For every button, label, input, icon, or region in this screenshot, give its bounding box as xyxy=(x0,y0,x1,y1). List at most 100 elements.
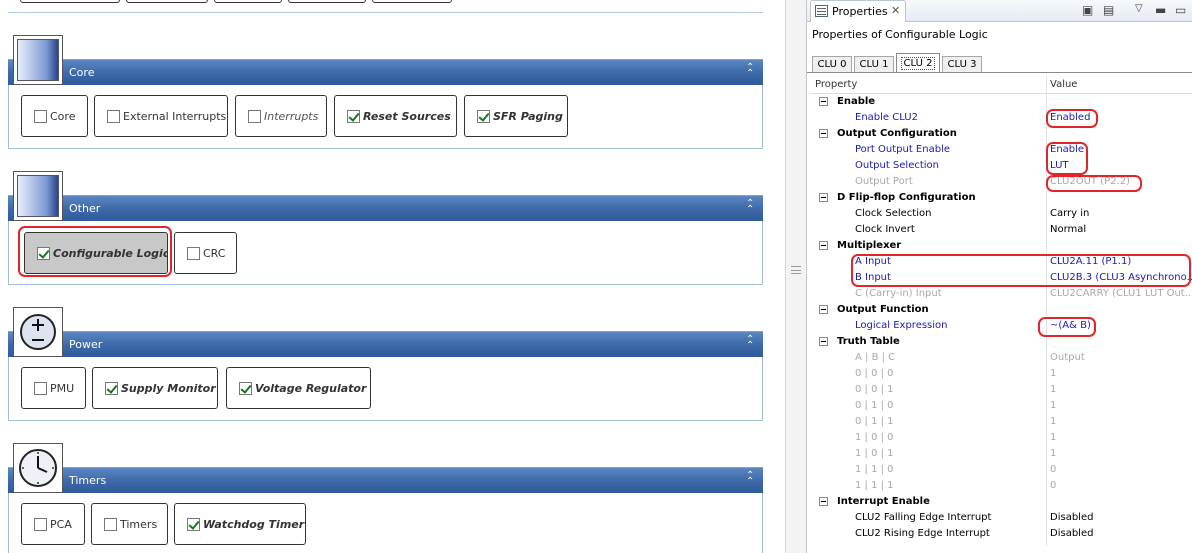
peripheral-core-button[interactable]: Core xyxy=(21,95,88,137)
collapse-toggle-icon[interactable] xyxy=(819,241,828,250)
property-row[interactable]: Enable CLU2 Enabled xyxy=(810,110,1192,126)
property-row[interactable]: 0 | 1 | 0 1 xyxy=(810,398,1192,414)
property-value[interactable]: CLU2OUT (P2.2) xyxy=(1050,176,1130,187)
checkbox[interactable] xyxy=(34,381,47,395)
peripheral-configurable-logic-button[interactable]: Configurable Logic xyxy=(24,232,168,274)
checkbox[interactable] xyxy=(105,381,118,395)
properties-view-tab[interactable]: Properties ✕ xyxy=(810,0,906,22)
property-value[interactable]: 0 xyxy=(1050,464,1056,475)
collapse-toggle-icon[interactable] xyxy=(819,497,828,506)
collapse-toggle-icon[interactable] xyxy=(819,97,828,106)
property-row[interactable]: Clock Invert Normal xyxy=(810,222,1192,238)
checkbox[interactable] xyxy=(34,517,47,531)
property-row[interactable]: 1 | 0 | 1 1 xyxy=(810,446,1192,462)
peripheral-crc-button[interactable]: CRC xyxy=(174,232,237,274)
checkbox[interactable] xyxy=(104,517,117,531)
property-row[interactable]: B Input CLU2B.3 (CLU3 Asynchrono... xyxy=(810,270,1192,286)
tab-clu-3[interactable]: CLU 3 xyxy=(942,56,982,73)
category-row[interactable]: Output Function xyxy=(810,302,1192,318)
property-value[interactable]: LUT xyxy=(1050,160,1069,171)
property-value[interactable]: 1 xyxy=(1050,368,1056,379)
property-value[interactable]: 1 xyxy=(1050,384,1056,395)
property-row[interactable]: 1 | 1 | 0 0 xyxy=(810,462,1192,478)
checkbox[interactable] xyxy=(107,109,120,123)
property-value[interactable]: 1 xyxy=(1050,416,1056,427)
category-row[interactable]: Truth Table xyxy=(810,334,1192,350)
peripheral-pmu-button[interactable]: PMU xyxy=(21,367,86,409)
tab-clu-0[interactable]: CLU 0 xyxy=(812,56,852,73)
peripheral-interrupts-button[interactable]: Interrupts xyxy=(235,95,327,137)
property-row[interactable]: A | B | C Output xyxy=(810,350,1192,366)
collapse-toggle-icon[interactable] xyxy=(819,193,828,202)
property-value[interactable]: CLU2B.3 (CLU3 Asynchrono... xyxy=(1050,272,1192,283)
section-header-timers[interactable]: Timers ⌃ ⌃ xyxy=(8,467,763,493)
peripheral-pca-button[interactable]: PCA xyxy=(21,503,85,545)
category-row[interactable]: Multiplexer xyxy=(810,238,1192,254)
property-value[interactable]: Carry in xyxy=(1050,208,1089,219)
property-value[interactable]: 0 xyxy=(1050,480,1056,491)
property-row[interactable]: 1 | 0 | 0 1 xyxy=(810,430,1192,446)
property-row[interactable]: Output Selection LUT xyxy=(810,158,1192,174)
property-value[interactable]: ~(A& B) xyxy=(1050,320,1091,331)
property-row[interactable]: CLU2 Rising Edge Interrupt Disabled xyxy=(810,526,1192,542)
property-row[interactable]: Logical Expression ~(A& B) xyxy=(810,318,1192,334)
category-row[interactable]: Interrupt Enable xyxy=(810,494,1192,510)
property-value[interactable]: Enable xyxy=(1050,144,1084,155)
section-header-power[interactable]: Power ⌃ ⌃ xyxy=(8,331,763,357)
property-row[interactable]: C (Carry-in) Input CLU2CARRY (CLU1 LUT Ou… xyxy=(810,286,1192,302)
checkbox[interactable] xyxy=(187,246,200,260)
category-row[interactable]: Enable xyxy=(810,94,1192,110)
peripheral-timers-button[interactable]: Timers xyxy=(91,503,168,545)
category-row[interactable]: Output Configuration xyxy=(810,126,1192,142)
property-value[interactable]: 1 xyxy=(1050,432,1056,443)
column-header-property[interactable]: Property xyxy=(815,79,857,90)
property-row[interactable]: Clock Selection Carry in xyxy=(810,206,1192,222)
peripheral-sfr-paging-button[interactable]: SFR Paging xyxy=(464,95,568,137)
property-row[interactable]: Output Port CLU2OUT (P2.2) xyxy=(810,174,1192,190)
collapse-toggle-icon[interactable] xyxy=(819,305,828,314)
checkbox[interactable] xyxy=(187,517,200,531)
property-row[interactable]: 0 | 0 | 1 1 xyxy=(810,382,1192,398)
pane-splitter[interactable] xyxy=(785,0,807,553)
peripheral-reset-sources-button[interactable]: Reset Sources xyxy=(334,95,457,137)
close-icon[interactable]: ✕ xyxy=(891,4,900,17)
collapse-icon[interactable]: ⌃ ⌃ xyxy=(746,471,756,487)
tab-clu-1[interactable]: CLU 1 xyxy=(854,56,894,73)
property-value[interactable]: Disabled xyxy=(1050,512,1093,523)
property-row[interactable]: 0 | 1 | 1 1 xyxy=(810,414,1192,430)
property-value[interactable]: CLU2CARRY (CLU1 LUT Out... xyxy=(1050,288,1192,299)
checkbox[interactable] xyxy=(248,109,261,123)
section-header-core[interactable]: Core ⌃ ⌃ xyxy=(8,59,763,85)
property-value[interactable]: CLU2A.11 (P1.1) xyxy=(1050,256,1131,267)
property-row[interactable]: Port Output Enable Enable xyxy=(810,142,1192,158)
splitter-grip-icon[interactable] xyxy=(791,266,801,274)
peripheral-supply-monitor-button[interactable]: Supply Monitor xyxy=(92,367,218,409)
minimize-icon[interactable]: ▬ xyxy=(1155,3,1166,17)
view-menu-icon[interactable]: ▽ xyxy=(1135,3,1143,14)
category-row[interactable]: D Flip-flop Configuration xyxy=(810,190,1192,206)
property-row[interactable]: A Input CLU2A.11 (P1.1) xyxy=(810,254,1192,270)
peripheral-external-interrupts-button[interactable]: External Interrupts xyxy=(94,95,228,137)
collapse-icon[interactable]: ⌃ ⌃ xyxy=(746,63,756,79)
peripheral-voltage-regulator-button[interactable]: Voltage Regulator xyxy=(226,367,371,409)
property-row[interactable]: 0 | 0 | 0 1 xyxy=(810,366,1192,382)
property-value[interactable]: Output xyxy=(1050,352,1085,363)
property-value[interactable]: 1 xyxy=(1050,448,1056,459)
checkbox[interactable] xyxy=(477,109,490,123)
checkbox[interactable] xyxy=(34,109,47,123)
pin-editor-icon[interactable]: ▣ xyxy=(1082,3,1093,17)
property-row[interactable]: CLU2 Falling Edge Interrupt Disabled xyxy=(810,510,1192,526)
collapse-icon[interactable]: ⌃ ⌃ xyxy=(746,199,756,215)
checkbox[interactable] xyxy=(239,381,252,395)
property-value[interactable]: Disabled xyxy=(1050,528,1093,539)
collapse-toggle-icon[interactable] xyxy=(819,129,828,138)
peripheral-watchdog-timer-button[interactable]: Watchdog Timer xyxy=(174,503,306,545)
property-value[interactable]: 1 xyxy=(1050,400,1056,411)
maximize-icon[interactable]: ▭ xyxy=(1175,3,1186,17)
checkbox[interactable] xyxy=(347,109,360,123)
section-header-other[interactable]: Other ⌃ ⌃ xyxy=(8,195,763,221)
property-value[interactable]: Normal xyxy=(1050,224,1086,235)
checkbox[interactable] xyxy=(37,246,50,260)
collapse-toggle-icon[interactable] xyxy=(819,337,828,346)
column-header-value[interactable]: Value xyxy=(1050,79,1077,90)
